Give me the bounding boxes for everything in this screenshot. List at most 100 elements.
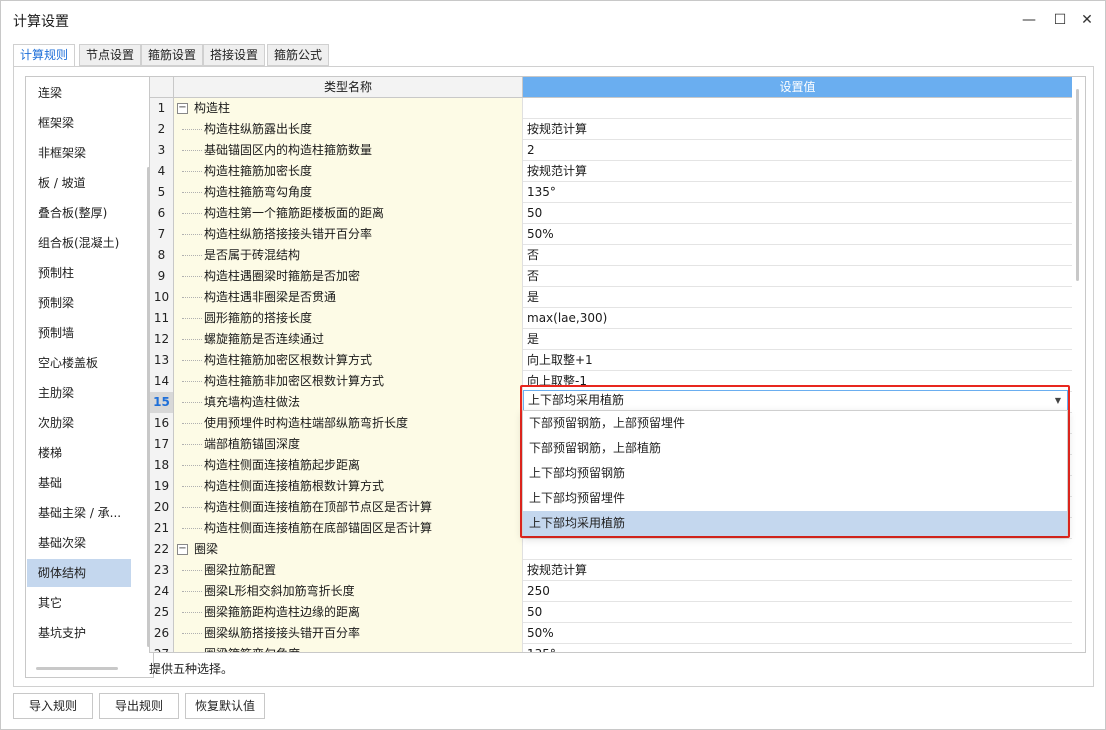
setting-value-cell[interactable]: 2	[523, 140, 1072, 161]
minimize-button[interactable]: —	[1015, 9, 1043, 31]
type-name-cell[interactable]: 使用预埋件时构造柱端部纵筋弯折长度	[174, 413, 523, 434]
sidebar-item-frame-beam[interactable]: 框架梁	[27, 109, 131, 137]
table-row[interactable]: 12 螺旋箍筋是否连续通过 是	[150, 329, 1072, 350]
type-name-cell[interactable]: 构造柱侧面连接植筋根数计算方式	[174, 476, 523, 497]
sidebar-item-main-rib-beam[interactable]: 主肋梁	[27, 379, 131, 407]
sidebar-item-foundation-main-beam[interactable]: 基础主梁 / 承...	[27, 499, 131, 527]
table-row[interactable]: 11 圆形箍筋的搭接长度 max(lae,300)	[150, 308, 1072, 329]
setting-value-cell[interactable]: 250	[523, 581, 1072, 602]
setting-value-cell[interactable]: 50	[523, 203, 1072, 224]
grid-vertical-scrollbar[interactable]	[1076, 89, 1079, 281]
dropdown-option[interactable]: 上下部均预留埋件	[523, 486, 1067, 511]
setting-value-cell[interactable]: 按规范计算	[523, 161, 1072, 182]
table-row[interactable]: 25 圈梁箍筋距构造柱边缘的距离 50	[150, 602, 1072, 623]
table-row[interactable]: 2 构造柱纵筋露出长度 按规范计算	[150, 119, 1072, 140]
type-name-cell[interactable]: 构造柱纵筋露出长度	[174, 119, 523, 140]
sidebar-item-composite-slab-full[interactable]: 叠合板(整厚)	[27, 199, 131, 227]
type-name-cell[interactable]: 构造柱箍筋弯勾角度	[174, 182, 523, 203]
table-row[interactable]: 6 构造柱第一个箍筋距楼板面的距离 50	[150, 203, 1072, 224]
table-row[interactable]: 3 基础锚固区内的构造柱箍筋数量 2	[150, 140, 1072, 161]
import-rules-button[interactable]: 导入规则	[13, 693, 93, 719]
type-name-cell[interactable]: 圈梁L形相交斜加筋弯折长度	[174, 581, 523, 602]
collapse-icon[interactable]: −	[177, 103, 188, 114]
table-row[interactable]: 13 构造柱箍筋加密区根数计算方式 向上取整+1	[150, 350, 1072, 371]
table-row[interactable]: 23 圈梁拉筋配置 按规范计算	[150, 560, 1072, 581]
restore-defaults-button[interactable]: 恢复默认值	[185, 693, 265, 719]
setting-value-cell[interactable]	[523, 98, 1072, 119]
table-row[interactable]: 5 构造柱箍筋弯勾角度 135°	[150, 182, 1072, 203]
type-name-cell[interactable]: 填充墙构造柱做法	[174, 392, 523, 413]
sidebar-item-non-frame-beam[interactable]: 非框架梁	[27, 139, 131, 167]
type-name-cell[interactable]: 构造柱箍筋加密长度	[174, 161, 523, 182]
setting-value-cell[interactable]: 是	[523, 329, 1072, 350]
type-name-cell[interactable]: 构造柱侧面连接植筋起步距离	[174, 455, 523, 476]
setting-value-cell[interactable]: max(lae,300)	[523, 308, 1072, 329]
setting-value-cell[interactable]: 50%	[523, 623, 1072, 644]
sidebar-horizontal-scrollbar[interactable]	[36, 667, 118, 670]
sidebar-item-masonry-structure[interactable]: 砌体结构	[27, 559, 131, 587]
sidebar-item-precast-beam[interactable]: 预制梁	[27, 289, 131, 317]
setting-value-cell[interactable]	[523, 539, 1072, 560]
setting-value-cell[interactable]: 否	[523, 266, 1072, 287]
setting-value-cell[interactable]: 135°	[523, 182, 1072, 203]
type-name-cell[interactable]: 构造柱遇圈梁时箍筋是否加密	[174, 266, 523, 287]
sidebar-item-coupling-beam[interactable]: 连梁	[27, 79, 131, 107]
type-name-cell[interactable]: 构造柱遇非圈梁是否贯通	[174, 287, 523, 308]
collapse-icon[interactable]: −	[177, 544, 188, 555]
dropdown-option-selected[interactable]: 上下部均采用植筋	[523, 511, 1067, 536]
sidebar-item-foundation[interactable]: 基础	[27, 469, 131, 497]
tab-stirrup-formula[interactable]: 箍筋公式	[267, 44, 330, 66]
type-name-cell[interactable]: 圆形箍筋的搭接长度	[174, 308, 523, 329]
type-name-cell[interactable]: 构造柱纵筋搭接接头错开百分率	[174, 224, 523, 245]
tab-lap-settings[interactable]: 搭接设置	[203, 44, 266, 66]
setting-value-cell[interactable]: 50%	[523, 224, 1072, 245]
type-name-cell[interactable]: 构造柱侧面连接植筋在顶部节点区是否计算	[174, 497, 523, 518]
table-row[interactable]: 24 圈梁L形相交斜加筋弯折长度 250	[150, 581, 1072, 602]
sidebar-item-stairs[interactable]: 楼梯	[27, 439, 131, 467]
type-name-cell[interactable]: 构造柱箍筋非加密区根数计算方式	[174, 371, 523, 392]
table-row[interactable]: 26 圈梁纵筋搭接接头错开百分率 50%	[150, 623, 1072, 644]
table-row[interactable]: 27 圈梁箍筋弯勾角度 135°	[150, 644, 1072, 652]
table-row[interactable]: 7 构造柱纵筋搭接接头错开百分率 50%	[150, 224, 1072, 245]
setting-value-cell[interactable]: 135°	[523, 644, 1072, 652]
sidebar-item-hollow-floor-slab[interactable]: 空心楼盖板	[27, 349, 131, 377]
table-row[interactable]: 10 构造柱遇非圈梁是否贯通 是	[150, 287, 1072, 308]
type-name-cell[interactable]: 圈梁纵筋搭接接头错开百分率	[174, 623, 523, 644]
setting-value-cell[interactable]: 按规范计算	[523, 560, 1072, 581]
type-name-cell[interactable]: 圈梁拉筋配置	[174, 560, 523, 581]
table-row[interactable]: 8 是否属于砖混结构 否	[150, 245, 1072, 266]
type-name-cell[interactable]: − 构造柱	[174, 98, 523, 119]
setting-value-cell[interactable]: 向上取整+1	[523, 350, 1072, 371]
close-button[interactable]: ✕	[1073, 9, 1101, 31]
type-name-cell[interactable]: 螺旋箍筋是否连续通过	[174, 329, 523, 350]
sidebar-item-precast-wall[interactable]: 预制墙	[27, 319, 131, 347]
type-name-cell[interactable]: 端部植筋锚固深度	[174, 434, 523, 455]
group-row[interactable]: 1− 构造柱	[150, 98, 1072, 119]
setting-value-cell[interactable]: 是	[523, 287, 1072, 308]
setting-value-cell[interactable]: 50	[523, 602, 1072, 623]
type-name-cell[interactable]: 构造柱箍筋加密区根数计算方式	[174, 350, 523, 371]
setting-value-cell[interactable]: 否	[523, 245, 1072, 266]
sidebar-item-secondary-rib-beam[interactable]: 次肋梁	[27, 409, 131, 437]
group-row[interactable]: 22− 圈梁	[150, 539, 1072, 560]
sidebar-item-pit-support[interactable]: 基坑支护	[27, 619, 131, 647]
maximize-button[interactable]: ☐	[1046, 9, 1074, 31]
type-name-cell[interactable]: 基础锚固区内的构造柱箍筋数量	[174, 140, 523, 161]
sidebar-item-composite-slab-concrete[interactable]: 组合板(混凝土)	[27, 229, 131, 257]
sidebar-item-other[interactable]: 其它	[27, 589, 131, 617]
tab-node-settings[interactable]: 节点设置	[79, 44, 142, 66]
type-name-cell[interactable]: 构造柱第一个箍筋距楼板面的距离	[174, 203, 523, 224]
sidebar-item-slab-ramp[interactable]: 板 / 坡道	[27, 169, 131, 197]
sidebar-item-precast-column[interactable]: 预制柱	[27, 259, 131, 287]
dropdown-option[interactable]: 上下部均预留钢筋	[523, 461, 1067, 486]
tab-stirrup-settings[interactable]: 箍筋设置	[141, 44, 204, 66]
type-name-cell[interactable]: 构造柱侧面连接植筋在底部锚固区是否计算	[174, 518, 523, 539]
infill-wall-column-method-combobox[interactable]: 上下部均采用植筋 ▼	[523, 390, 1068, 411]
dropdown-option[interactable]: 下部预留钢筋，上部植筋	[523, 436, 1067, 461]
table-row[interactable]: 9 构造柱遇圈梁时箍筋是否加密 否	[150, 266, 1072, 287]
sidebar-item-foundation-secondary-beam[interactable]: 基础次梁	[27, 529, 131, 557]
dropdown-option[interactable]: 下部预留钢筋，上部预留埋件	[523, 411, 1067, 436]
setting-value-cell[interactable]: 按规范计算	[523, 119, 1072, 140]
type-name-cell[interactable]: − 圈梁	[174, 539, 523, 560]
table-row[interactable]: 4 构造柱箍筋加密长度 按规范计算	[150, 161, 1072, 182]
